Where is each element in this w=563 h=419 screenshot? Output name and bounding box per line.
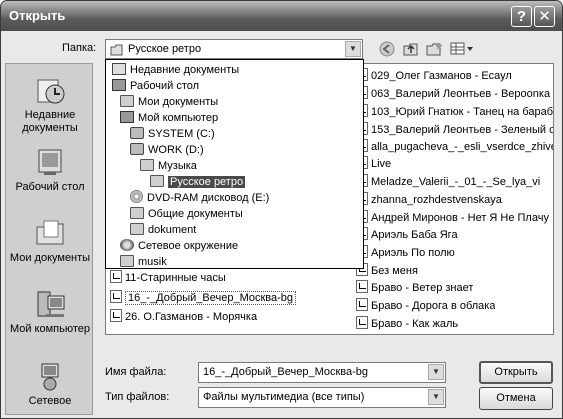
help-button[interactable]: ? [511,6,532,27]
title-bar[interactable]: Открыть ? ✕ [1,1,562,31]
file-item[interactable]: 26. О.Газманов - Морячка [110,309,257,326]
places-bar: Недавние документы Рабочий стол Мои доку… [5,63,93,415]
folder-select-value: Русское ретро [128,43,202,55]
file-item[interactable]: zhanna_rozhdestvenskaya [356,192,502,209]
place-recent-documents[interactable]: Недавние документы [6,74,94,135]
place-desktop[interactable]: Рабочий стол [6,146,94,194]
place-my-documents[interactable]: Мои документы [6,217,94,265]
media-file-icon [356,298,368,311]
drive-icon [130,143,144,155]
network-icon [120,239,134,251]
tree-item-musik[interactable]: musik [120,254,167,270]
close-button[interactable]: ✕ [534,6,555,27]
file-item[interactable]: 16_-_Добрый_Вечер_Москва-bg [110,290,297,307]
folder-dropdown[interactable]: Недавние документы Рабочий стол Мои доку… [105,59,364,269]
desktop-icon [34,146,66,178]
network-icon [34,360,66,392]
computer-icon [120,111,134,123]
folder-label: Папка: [62,42,97,54]
chevron-down-icon[interactable]: ▼ [345,41,361,57]
file-item[interactable]: Браво - Как жаль [356,316,458,333]
filetype-select[interactable]: Файлы мультимедиа (все типы) ▼ [198,387,446,408]
media-file-icon [110,309,122,322]
folder-icon [130,223,144,235]
new-folder-icon[interactable] [425,41,443,57]
folder-icon [120,95,134,107]
file-item[interactable]: Андрей Миронов - Нет Я Не Плачу [356,210,549,227]
folder-icon [140,159,154,171]
folder-select[interactable]: Русское ретро ▼ [105,39,363,59]
place-my-computer[interactable]: Мой компьютер [6,288,94,336]
file-item[interactable]: 029_Олег Газманов - Есаул [356,68,512,85]
open-button[interactable]: Открыть [479,361,553,384]
place-network[interactable]: Сетевое [6,360,94,408]
window-title: Открыть [9,8,66,23]
file-item[interactable]: alla_pugacheva_-_esli_vserdce_zhivet [356,139,553,156]
file-item[interactable]: Ариэль По полю [356,245,455,262]
dvd-drive-icon [130,190,143,203]
chevron-down-icon[interactable]: ▼ [428,389,444,405]
view-menu-icon[interactable] [450,41,474,57]
file-item[interactable]: Браво - Ветер знает [356,280,473,297]
file-item[interactable]: Meladze_Valerii_-_01_-_Se_lya_vi [356,174,540,191]
media-file-icon [356,280,368,293]
tree-item-dvd-drive[interactable]: DVD-RAM дисковод (E:) [130,190,269,206]
folder-icon [110,44,124,59]
tree-item-dokument[interactable]: dokument [130,222,196,238]
file-item[interactable]: Браво - Дорога в облака [356,298,495,315]
my-computer-icon [34,288,66,320]
filetype-label: Тип файлов: [105,391,170,403]
file-item[interactable]: 11-Старинные часы [110,270,226,287]
tree-item-my-computer[interactable]: Мой компьютер [120,110,218,126]
folder-open-icon [150,175,164,187]
tree-item-recent-documents[interactable]: Недавние документы [112,62,239,78]
tree-item-shared-documents[interactable]: Общие документы [130,206,243,222]
tree-item-drive-c[interactable]: SYSTEM (C:) [130,126,215,142]
recent-documents-icon [34,74,66,106]
tree-item-russian-retro[interactable]: Русское ретро [150,174,246,190]
up-folder-icon[interactable] [402,41,420,57]
desktop-icon [112,79,126,91]
file-item[interactable]: Без меня [356,263,418,280]
open-file-dialog: Открыть ? ✕ Папка: Русское ретро ▼ Недав… [0,0,563,419]
drive-icon [130,127,144,139]
tree-item-network[interactable]: Сетевое окружение [120,238,238,254]
chevron-down-icon[interactable]: ▼ [428,364,444,380]
tree-item-music[interactable]: Музыка [140,158,197,174]
cancel-button[interactable]: Отмена [479,387,553,410]
folder-icon [130,207,144,219]
folder-icon [120,255,134,267]
media-file-icon [110,290,122,303]
filename-input[interactable]: 16_-_Добрый_Вечер_Москва-bg ▼ [198,362,446,383]
my-documents-icon [34,217,66,249]
back-icon[interactable] [379,41,395,57]
file-item[interactable]: Ариэль Баба Яга [356,227,458,244]
tree-item-my-documents[interactable]: Мои документы [120,94,218,110]
tree-item-desktop[interactable]: Рабочий стол [112,78,199,94]
filename-label: Имя файла: [105,366,167,378]
file-item[interactable]: 153_Валерий Леонтьев - Зеленый свет [356,122,553,139]
tree-item-drive-d[interactable]: WORK (D:) [130,142,204,158]
media-file-icon [110,270,122,283]
media-file-icon [356,316,368,329]
file-item[interactable]: 063_Валерий Леонтьев - Верооnка [356,86,550,103]
recent-documents-icon [112,63,126,75]
file-item[interactable]: 103_Юрий Гнатюк - Танец на барабане [356,104,553,121]
